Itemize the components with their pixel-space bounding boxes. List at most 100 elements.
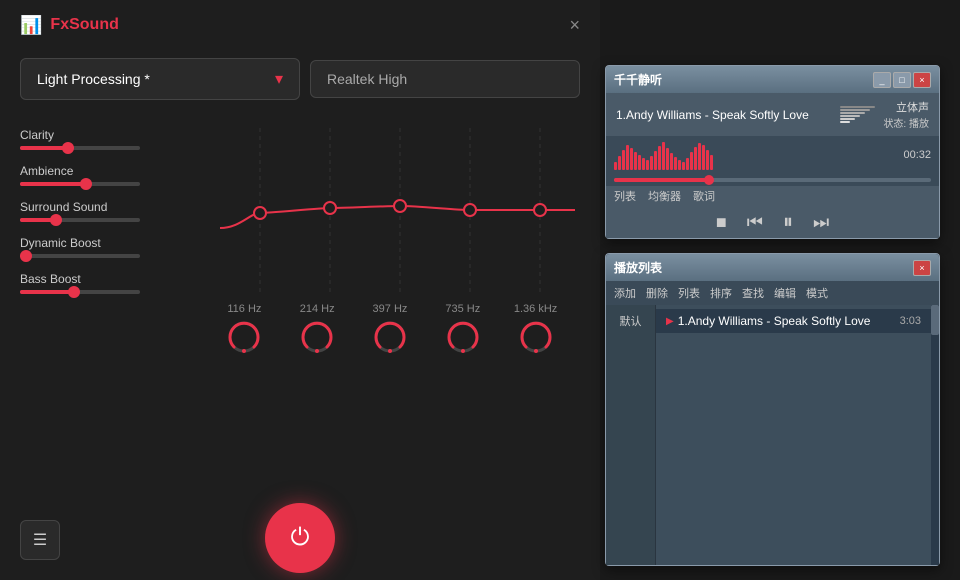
eq-band-5: 1.36 kHz [506,303,566,355]
fxsound-window: 📊 FxSound × Light Processing * ▾ Realtek… [0,0,600,580]
clarity-slider[interactable] [20,146,140,150]
waveform-bar [682,162,685,170]
player-restore-button[interactable]: □ [893,72,911,88]
stop-button[interactable]: ■ [716,213,727,231]
surround-slider[interactable] [20,218,140,222]
close-button[interactable]: × [569,16,580,34]
bass-control: Bass Boost [20,272,180,294]
chevron-down-icon: ▾ [275,69,283,89]
waveform-bar [646,160,649,170]
waveform-bar [694,147,697,170]
preset-bar: Light Processing * ▾ Realtek High [0,50,600,108]
power-area: ⏻ [0,498,600,578]
freq-label-3: 397 Hz [360,303,420,315]
waveform-bar [670,153,673,170]
preset-dropdown[interactable]: Light Processing * ▾ [20,58,300,100]
waveform-bar [626,145,629,170]
dynamic-slider[interactable] [20,254,140,258]
play-pause-button[interactable]: ⏸ [783,212,793,232]
preset-label: Light Processing * [37,71,150,87]
pl-menu-add[interactable]: 添加 [614,285,636,301]
playlist-window: 播放列表 × 添加 删除 列表 排序 查找 编辑 模式 默认 ▶ 1.Andy … [605,253,940,566]
waveform-bar [690,152,693,170]
player-close-button[interactable]: × [913,72,931,88]
player-status [840,106,875,123]
surround-label: Surround Sound [20,200,180,214]
power-button[interactable]: ⏻ [265,503,335,573]
freq-label-5: 1.36 kHz [506,303,566,315]
status-label: 状态: 播放 [883,115,929,130]
playlist-title: 播放列表 [614,259,662,276]
list-item[interactable]: ▶ 1.Andy Williams - Speak Softly Love 3:… [656,309,931,333]
waveform-bar [666,148,669,170]
progress-track[interactable] [614,178,931,182]
player-minimize-button[interactable]: _ [873,72,891,88]
waveform-bar [630,148,633,170]
playlist-tracks: ▶ 1.Andy Williams - Speak Softly Love 3:… [656,305,931,565]
track-name-1: 1.Andy Williams - Speak Softly Love [678,314,896,328]
player-menu-lyrics[interactable]: 歌词 [693,188,715,204]
waveform-bar [650,156,653,170]
waveform-bar [634,152,637,170]
playlist-category: 默认 [606,305,656,565]
now-playing-bar: 1.Andy Williams - Speak Softly Love 立体声 … [606,93,939,136]
playlist-titlebar: 播放列表 × [606,254,939,281]
logo-icon: 📊 [20,15,42,36]
player-menu-playlist[interactable]: 列表 [614,188,636,204]
player-window: 千千静听 _ □ × 1.Andy Williams - Speak Softl… [605,65,940,239]
dynamic-control: Dynamic Boost [20,236,180,258]
freq-label-4: 735 Hz [433,303,493,315]
waveform-bar [674,157,677,170]
eq-knob-1[interactable] [226,319,262,355]
player-window-buttons: _ □ × [873,72,931,88]
now-playing-song: 1.Andy Williams - Speak Softly Love [616,108,840,122]
playlist-scrollbar[interactable] [931,305,939,565]
waveform-bar [678,160,681,170]
clarity-control: Clarity [20,128,180,150]
controls-panel: Clarity Ambience Surround Sound [20,118,180,488]
ambience-slider[interactable] [20,182,140,186]
playlist-close-button[interactable]: × [913,260,931,276]
freq-label-2: 214 Hz [287,303,347,315]
player-mode: 立体声 状态: 播放 [883,99,929,130]
pl-menu-mode[interactable]: 模式 [806,285,828,301]
pl-menu-delete[interactable]: 删除 [646,285,668,301]
main-content: Clarity Ambience Surround Sound [0,108,600,498]
track-duration-1: 3:03 [900,315,921,327]
waveform-bar [686,158,689,170]
waveform-bar [706,150,709,170]
waveform-bar [654,151,657,170]
waveform-bar [658,146,661,170]
prev-button[interactable]: ⏮ [747,213,763,231]
waveform-bar [642,158,645,170]
progress-thumb[interactable] [704,175,714,185]
pl-menu-search[interactable]: 查找 [742,285,764,301]
waveform-bar [662,142,665,170]
bass-slider[interactable] [20,290,140,294]
eq-knob-4[interactable] [445,319,481,355]
menu-button[interactable]: ☰ [20,520,60,560]
player-menu-equalizer[interactable]: 均衡器 [648,188,681,204]
playlist-menubar: 添加 删除 列表 排序 查找 编辑 模式 [606,281,939,305]
freq-label-1: 116 Hz [214,303,274,315]
eq-knob-5[interactable] [518,319,554,355]
eq-knob-2[interactable] [299,319,335,355]
eq-band-1: 116 Hz [214,303,274,355]
stereo-label: 立体声 [896,99,929,115]
surround-control: Surround Sound [20,200,180,222]
next-button[interactable]: ⏭ [813,213,829,231]
pl-menu-list[interactable]: 列表 [678,285,700,301]
clarity-label: Clarity [20,128,180,142]
waveform-bar [710,155,713,170]
ambience-control: Ambience [20,164,180,186]
scrollbar-thumb[interactable] [931,305,939,335]
logo: 📊 FxSound [20,15,119,36]
pl-menu-edit[interactable]: 编辑 [774,285,796,301]
eq-knob-3[interactable] [372,319,408,355]
dynamic-label: Dynamic Boost [20,236,180,250]
play-icon: ▶ [666,316,674,327]
pl-menu-sort[interactable]: 排序 [710,285,732,301]
eq-band-4: 735 Hz [433,303,493,355]
eq-band-2: 214 Hz [287,303,347,355]
progress-bar-area[interactable] [606,174,939,186]
